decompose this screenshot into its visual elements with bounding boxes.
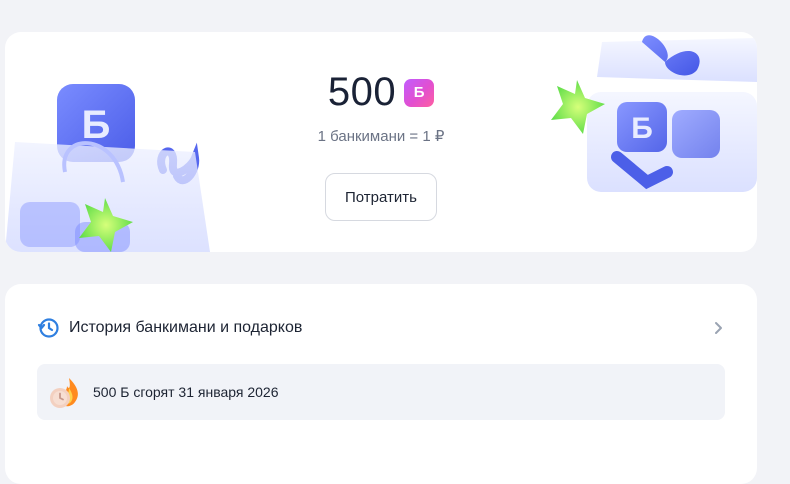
chevron-right-icon [715,322,722,334]
expiry-notice: 500 Б сгорят 31 января 2026 [93,384,279,400]
expiry-banner: 500 Б сгорят 31 января 2026 [37,364,725,420]
history-link[interactable]: История банкимани и подарков [37,316,725,340]
clock-history-icon [37,318,59,338]
currency-badge: Б [404,78,435,107]
svg-text:Б: Б [631,112,653,145]
history-card: История банкимани и подарков 500 Б сгоря… [5,284,757,484]
exchange-rate: 1 банкимани = 1 ₽ [317,128,445,145]
gift-box-illustration: Б [551,35,757,192]
balance-card: Б 500 Б 1 банкимани = 1 ₽ Потратить Б [5,32,757,252]
history-title: История банкимани и подарков [69,319,303,336]
balance-amount: 500 [327,70,397,114]
balance-amount-row: 500 Б [327,70,435,115]
spend-button[interactable]: Потратить [325,173,437,221]
fire-clock-icon [50,378,78,408]
